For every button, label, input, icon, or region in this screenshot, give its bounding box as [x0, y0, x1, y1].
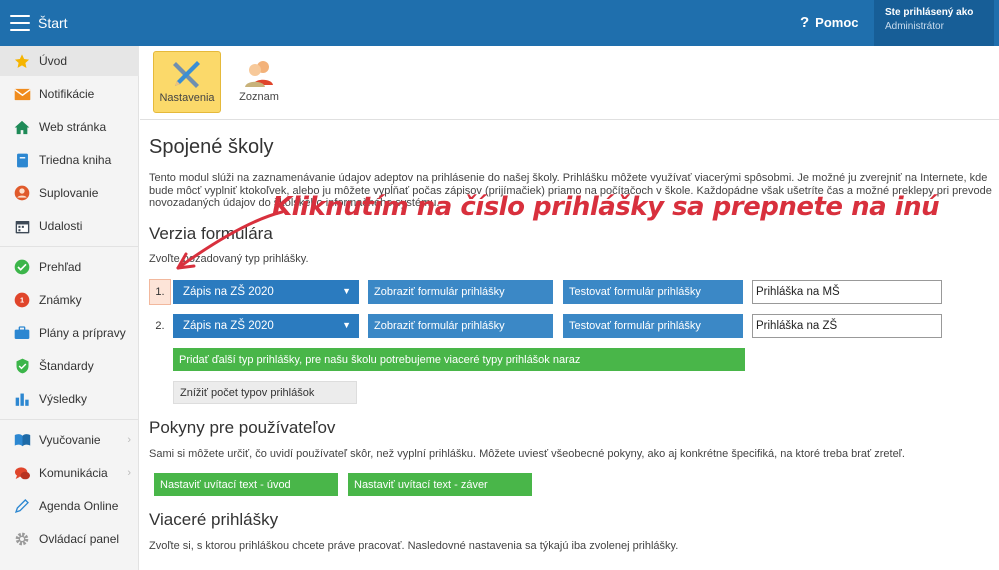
sidebar-item-suplovanie[interactable]: Suplovanie — [0, 178, 139, 208]
show-form-button-2[interactable]: Zobraziť formulár prihlášky — [368, 314, 553, 338]
welcome-intro-button[interactable]: Nastaviť uvítací text - úvod — [154, 473, 338, 496]
sidebar-item-vyucovanie[interactable]: Vyučovanie › — [0, 425, 139, 455]
form-number-1[interactable]: 1. — [149, 279, 171, 305]
grade-icon: 1 — [13, 292, 31, 308]
test-form-button-1[interactable]: Testovať formulár prihlášky — [563, 280, 743, 304]
sidebar-divider — [0, 246, 139, 247]
form-name-input-2[interactable]: Prihláška na ZŠ — [752, 314, 942, 338]
person-icon — [13, 185, 31, 201]
sidebar-item-triedna-kniha[interactable]: Triedna kniha — [0, 145, 139, 175]
sidebar-item-komunikacia[interactable]: Komunikácia › — [0, 458, 139, 488]
settings-label: Nastavenia — [159, 92, 215, 104]
sidebar-item-label: Výsledky — [39, 392, 88, 406]
calendar-icon — [13, 218, 31, 234]
form-type-select-2[interactable]: Zápis na ZŠ 2020 ▼ — [173, 314, 359, 338]
open-book-icon — [13, 432, 31, 448]
welcome-end-button[interactable]: Nastaviť uvítací text - záver — [348, 473, 532, 496]
envelope-icon — [13, 86, 31, 102]
chat-icon — [13, 465, 31, 481]
sidebar-item-udalosti[interactable]: Udalosti — [0, 211, 139, 241]
sidebar-item-label: Agenda Online — [39, 499, 119, 513]
sidebar-item-agenda-online[interactable]: Agenda Online — [0, 491, 139, 521]
sidebar-item-vysledky[interactable]: Výsledky — [0, 384, 139, 414]
show-form-button-1[interactable]: Zobraziť formulár prihlášky — [368, 280, 553, 304]
shield-check-icon — [13, 358, 31, 374]
sidebar-item-standardy[interactable]: Štandardy — [0, 351, 139, 381]
sidebar-item-ovladaci-panel[interactable]: Ovládací panel — [0, 524, 139, 554]
check-circle-icon — [13, 259, 31, 275]
top-bar: Štart ? Pomoc Ste prihlásený ako Adminis… — [0, 0, 999, 46]
add-form-type-button[interactable]: Pridať ďalší typ prihlášky, pre našu ško… — [173, 348, 745, 371]
sidebar-item-znamky[interactable]: 1 Známky — [0, 285, 139, 315]
form-type-value: Zápis na ZŠ 2020 — [183, 320, 274, 332]
pen-icon — [13, 498, 31, 514]
book-icon — [13, 152, 31, 168]
list-label: Zoznam — [239, 91, 279, 103]
sidebar-item-label: Suplovanie — [39, 186, 99, 200]
help-label: Pomoc — [815, 15, 859, 30]
instructions-description: Sami si môžete určiť, čo uvidí používate… — [149, 448, 905, 460]
chevron-down-icon: ▼ — [342, 320, 351, 330]
annotation-text: Kliknutím na číslo prihlášky sa prepnete… — [272, 192, 940, 222]
chevron-right-icon: › — [127, 467, 131, 479]
annotation-arrow-icon — [176, 210, 284, 270]
star-icon — [13, 53, 31, 69]
question-icon: ? — [800, 14, 810, 31]
sidebar-item-label: Úvod — [39, 54, 68, 68]
sidebar-item-label: Vyučovanie — [39, 433, 101, 447]
hamburger-menu-icon[interactable] — [10, 15, 30, 31]
sidebar-item-web-stranka[interactable]: Web stránka — [0, 112, 139, 142]
chevron-right-icon: › — [127, 434, 131, 446]
reduce-form-types-button[interactable]: Znížiť počet typov prihlášok — [173, 381, 357, 404]
help-button[interactable]: ? Pomoc — [800, 14, 859, 31]
home-icon — [13, 119, 31, 135]
users-icon — [225, 55, 293, 91]
bar-chart-icon — [13, 391, 31, 407]
sidebar-item-label: Ovládací panel — [39, 532, 120, 546]
sidebar-item-uvod[interactable]: Úvod — [0, 46, 139, 76]
sidebar-divider — [0, 419, 139, 420]
app-title[interactable]: Štart — [38, 15, 68, 31]
multi-forms-heading: Viaceré prihlášky — [149, 510, 279, 529]
test-form-button-2[interactable]: Testovať formulár prihlášky — [563, 314, 743, 338]
sidebar-item-label: Udalosti — [39, 219, 83, 233]
svg-text:1: 1 — [20, 296, 24, 305]
page-title: Spojené školy — [149, 136, 274, 158]
intro-line: Tento modul slúži na zaznamenávanie údaj… — [149, 172, 988, 184]
sidebar-item-label: Prehľad — [39, 260, 82, 274]
form-name-input-1[interactable]: Prihláška na MŠ — [752, 280, 942, 304]
form-type-select-1[interactable]: Zápis na ZŠ 2020 ▼ — [173, 280, 359, 304]
sidebar-item-plany-a-pripravy[interactable]: Plány a prípravy — [0, 318, 139, 348]
sidebar-item-label: Notifikácie — [39, 87, 95, 101]
sidebar-item-label: Komunikácia — [39, 466, 108, 480]
sidebar-item-label: Známky — [39, 293, 82, 307]
sidebar-item-label: Plány a prípravy — [39, 326, 126, 340]
chevron-down-icon: ▼ — [342, 286, 351, 296]
list-button[interactable]: Zoznam — [225, 51, 293, 113]
sidebar-item-notifikacie[interactable]: Notifikácie — [0, 79, 139, 109]
sidebar: Úvod Notifikácie Web stránka Triedna kni… — [0, 46, 139, 570]
form-type-value: Zápis na ZŠ 2020 — [183, 286, 274, 298]
main-content: Spojené školy Tento modul slúži na zazna… — [149, 120, 999, 570]
sidebar-item-label: Triedna kniha — [39, 153, 112, 167]
sidebar-item-prehlad[interactable]: Prehľad — [0, 252, 139, 282]
user-name: Administrátor — [885, 21, 944, 32]
instructions-heading: Pokyny pre používateľov — [149, 418, 336, 437]
module-toolbar: Nastavenia Zoznam — [140, 46, 999, 120]
pencil-ruler-icon — [154, 56, 220, 92]
sidebar-item-label: Web stránka — [39, 120, 107, 134]
multi-forms-description: Zvoľte si, s ktorou prihláškou chcete pr… — [149, 540, 679, 552]
form-number-2[interactable]: 2. — [149, 313, 171, 339]
briefcase-icon — [13, 325, 31, 341]
user-info[interactable]: Ste prihlásený ako Administrátor — [874, 0, 994, 46]
user-status-label: Ste prihlásený ako — [885, 7, 974, 18]
settings-button[interactable]: Nastavenia — [153, 51, 221, 113]
gear-icon — [13, 531, 31, 547]
sidebar-item-label: Štandardy — [39, 359, 94, 373]
